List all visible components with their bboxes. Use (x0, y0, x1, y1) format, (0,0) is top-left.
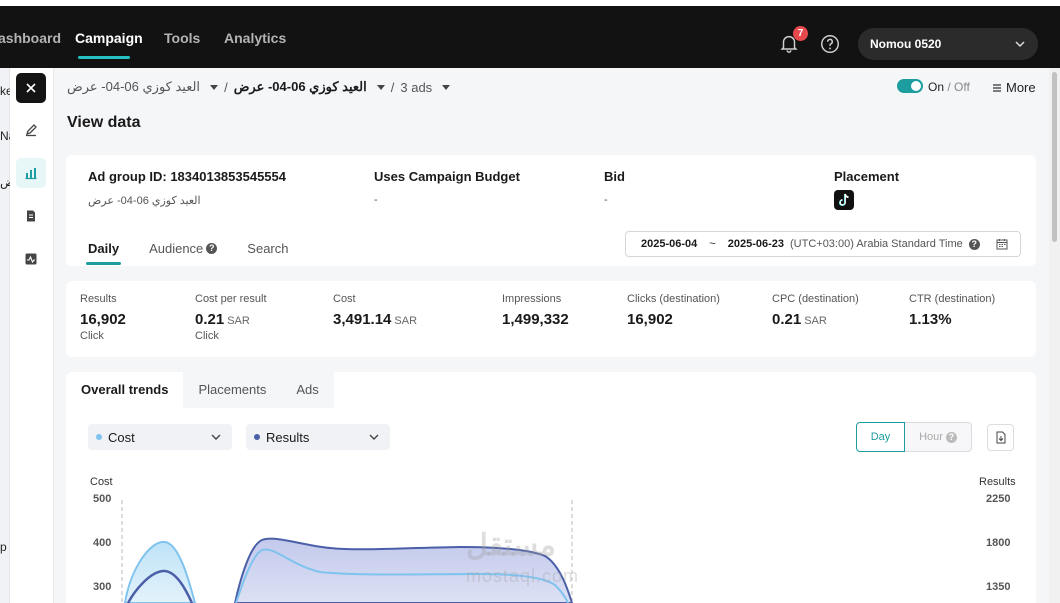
watermark-url: mostaql.com (466, 566, 580, 586)
vertical-scrollbar[interactable] (1049, 68, 1060, 603)
watermark-logo: مستقل (466, 529, 556, 562)
scrollbar-thumb[interactable] (1052, 72, 1057, 242)
trend-chart (121, 500, 574, 603)
